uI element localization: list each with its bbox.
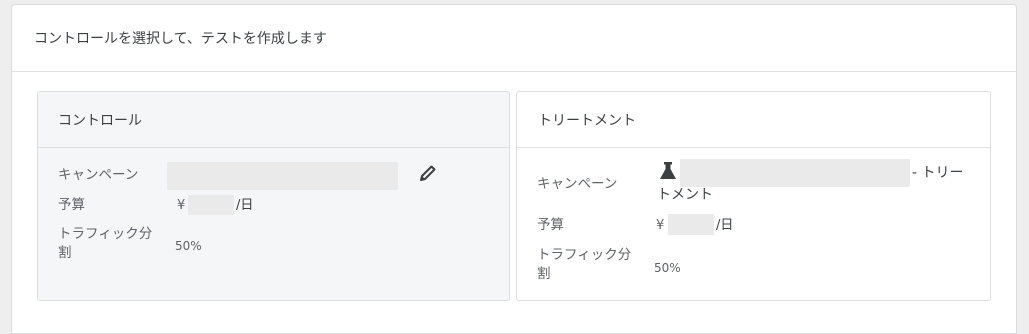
control-traffic-label-line2: 割 (58, 245, 72, 261)
treatment-traffic-label-line1: トラフィック分 (537, 247, 632, 263)
create-test-panel: コントロールを選択して、テストを作成します コントロール キャンペーン 予算 ¥… (11, 4, 1017, 334)
control-traffic-label-line1: トラフィック分 (58, 226, 153, 242)
treatment-card: トリートメント キャンペーン - トリー トメント 予算 ¥ /日 トラフィック… (516, 91, 991, 301)
treatment-campaign-suffix-1: - トリー (912, 165, 964, 181)
treatment-budget-label: 予算 (537, 217, 564, 233)
control-budget-label: 予算 (58, 197, 85, 213)
control-card-title: コントロール (58, 112, 142, 129)
panel-header: コントロールを選択して、テストを作成します (12, 5, 1016, 72)
control-campaign-name-redacted (167, 162, 398, 190)
treatment-budget-currency: ¥ (656, 218, 665, 233)
control-budget-amount-redacted (188, 195, 234, 215)
panel-title: コントロールを選択して、テストを作成します (34, 31, 327, 47)
treatment-campaign-suffix-2: トメント (657, 187, 713, 203)
treatment-campaign-label: キャンペーン (537, 176, 618, 192)
control-card-header: コントロール (38, 92, 509, 148)
treatment-card-header: トリートメント (517, 92, 990, 148)
treatment-budget-amount-redacted (668, 214, 714, 235)
treatment-budget-unit: /日 (716, 218, 734, 233)
pencil-icon[interactable] (416, 161, 440, 185)
treatment-traffic-value: 50% (654, 261, 681, 275)
control-campaign-label: キャンペーン (58, 167, 139, 183)
treatment-card-title: トリートメント (538, 112, 636, 129)
control-budget-unit: /日 (236, 198, 254, 213)
control-traffic-value: 50% (175, 239, 202, 253)
treatment-campaign-name-redacted (680, 159, 910, 187)
treatment-traffic-label-line2: 割 (537, 266, 551, 282)
control-budget-currency: ¥ (177, 198, 186, 213)
control-card: コントロール キャンペーン 予算 ¥ /日 トラフィック分 割 50% (37, 91, 510, 301)
flask-icon (658, 161, 678, 181)
